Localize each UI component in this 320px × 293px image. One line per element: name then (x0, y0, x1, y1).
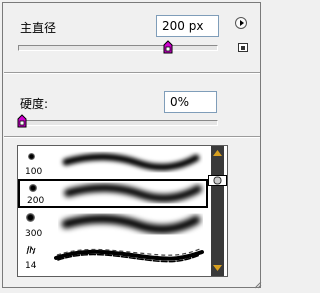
brush-preset-list: 100 200 300 14 (17, 145, 228, 277)
scroll-down-icon[interactable] (212, 264, 223, 272)
chalk-tip-icon (26, 245, 36, 255)
brush-tip-icon (29, 184, 37, 192)
hardness-slider-thumb[interactable] (17, 114, 27, 128)
hardness-slider-track[interactable] (18, 120, 218, 126)
brush-stroke-preview (64, 183, 202, 203)
scrollbar-thumb[interactable] (208, 175, 227, 186)
brush-size-label: 100 (25, 167, 43, 177)
brush-tip-icon (26, 213, 35, 222)
brush-size-label: 300 (25, 229, 43, 239)
hardness-field[interactable]: 0% (164, 91, 217, 113)
brush-stroke-preview (62, 153, 200, 171)
brush-size-label: 200 (27, 196, 45, 206)
brush-stroke-preview (54, 248, 204, 263)
brush-stroke-preview (61, 214, 201, 234)
section-divider (4, 72, 260, 74)
brush-preset-panel: 主直径 200 px 硬度: 0% 100 200 300 14 (0, 0, 266, 293)
brush-size-label: 14 (25, 261, 37, 271)
brush-preset-item[interactable]: 14 (18, 242, 208, 271)
brush-preset-item[interactable]: 200 (18, 179, 208, 208)
brush-preset-item[interactable]: 300 (18, 210, 208, 239)
diameter-slider-thumb[interactable] (163, 40, 173, 54)
hardness-label: 硬度: (20, 97, 49, 111)
create-preset-icon[interactable] (238, 43, 248, 52)
diameter-slider-track[interactable] (18, 45, 218, 51)
resize-grip-icon[interactable] (252, 279, 262, 289)
brush-preset-item[interactable]: 100 (18, 148, 208, 177)
brush-tip-icon (28, 153, 35, 160)
brush-list-scrollbar[interactable] (208, 146, 227, 276)
section-divider (4, 136, 260, 138)
flyout-menu-icon[interactable] (235, 17, 247, 29)
diameter-label: 主直径 (20, 21, 57, 35)
scrollbar-track[interactable] (211, 146, 224, 276)
diameter-field[interactable]: 200 px (156, 15, 219, 37)
scroll-up-icon[interactable] (212, 149, 223, 157)
